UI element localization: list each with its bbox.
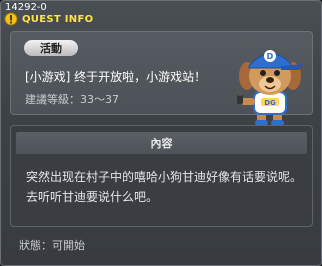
event-badge: 活動: [24, 40, 78, 56]
recommended-level: 建議等級：33～37: [25, 93, 119, 106]
exclamation-icon: [4, 12, 18, 26]
content-header: 內容: [16, 132, 307, 154]
title-bar[interactable]: QUEST INFO: [4, 11, 93, 27]
dog-mascot-icon: DG D: [233, 42, 307, 132]
quest-summary-panel: 活動 [小游戏] 终于开放啦，小游戏站！ 建議等級：33～37 DG D: [10, 31, 313, 126]
window-title: QUEST INFO: [22, 13, 94, 25]
quest-content-panel: 內容 突然出现在村子中的嘻哈小狗甘迪好像有话要说呢。去听听甘迪要说什么吧。: [10, 125, 313, 227]
quest-status: 狀態：可開始: [19, 239, 85, 252]
svg-text:D: D: [267, 52, 274, 61]
quest-name: [小游戏] 终于开放啦，小游戏站！: [25, 70, 207, 84]
quest-info-window: 14292-0 QUEST INFO 活動 [小游戏] 终于开放啦，小游戏站！ …: [0, 0, 322, 266]
svg-text:DG: DG: [264, 99, 276, 107]
content-body: 突然出现在村子中的嘻哈小狗甘迪好像有话要说呢。去听听甘迪要说什么吧。: [26, 170, 303, 204]
